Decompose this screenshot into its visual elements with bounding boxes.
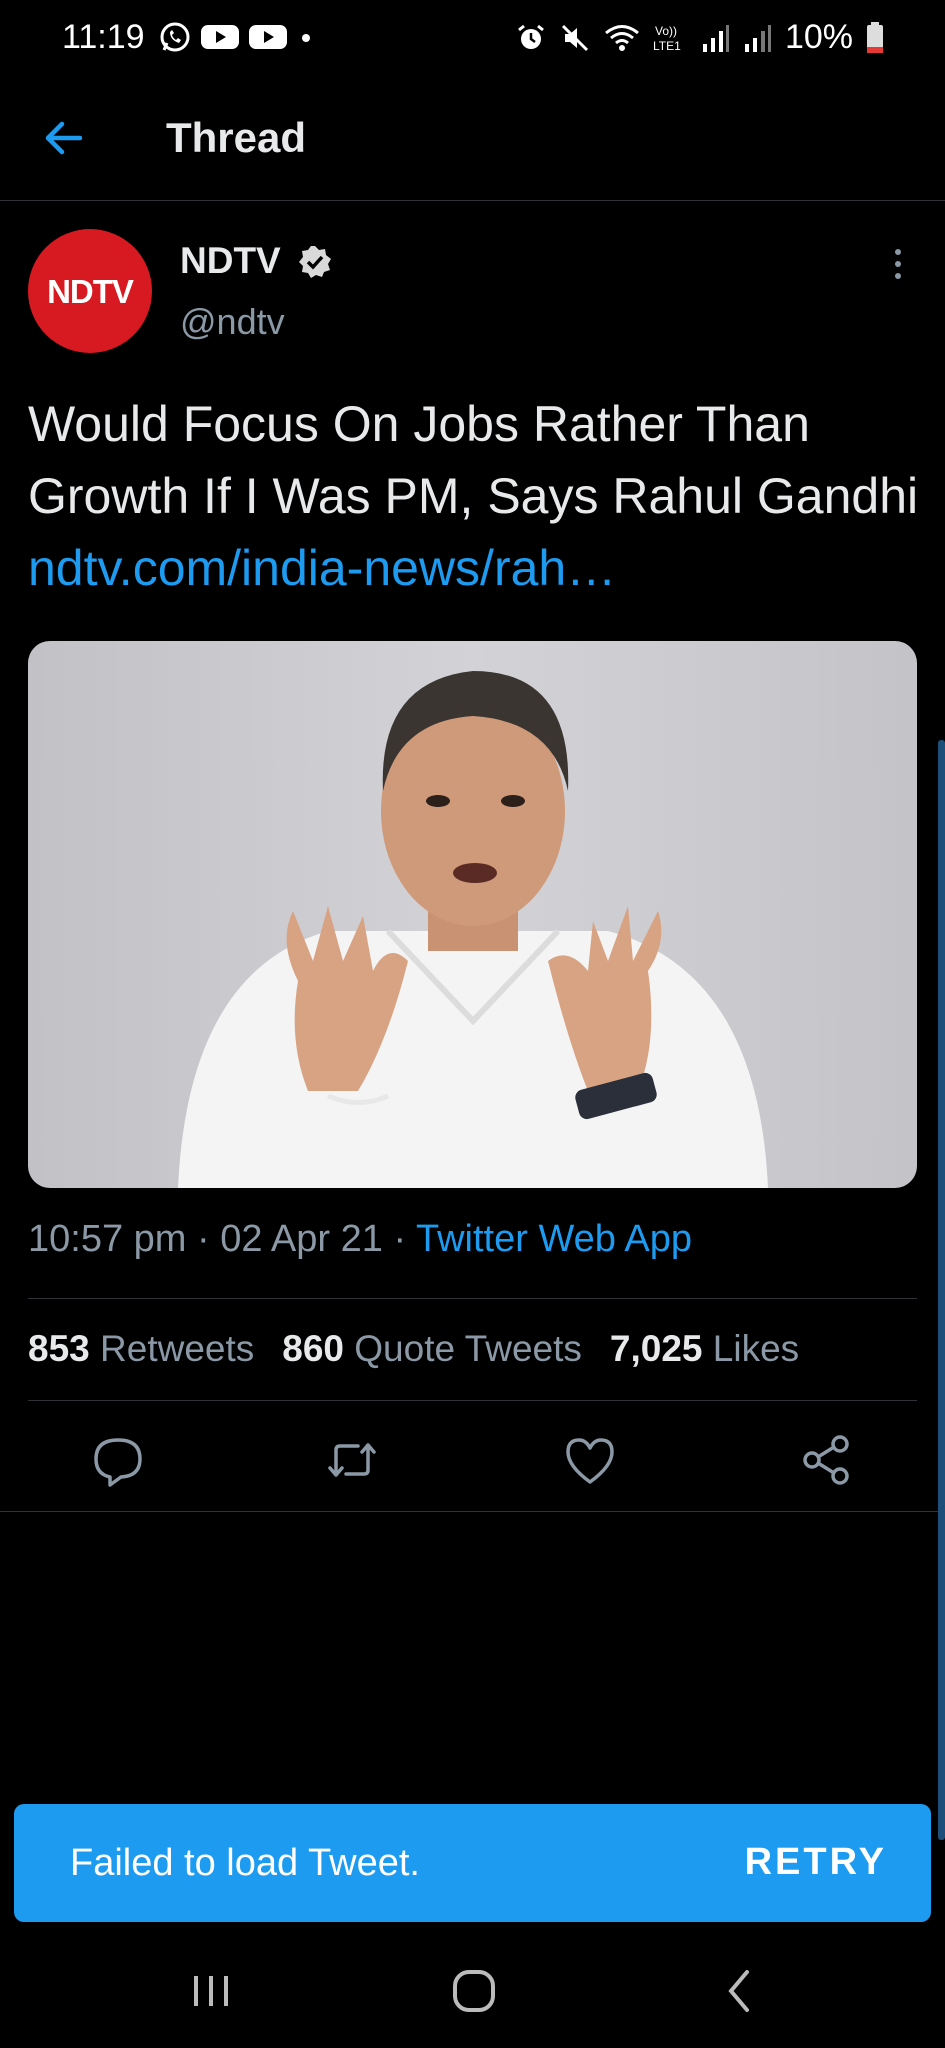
tweet-source-link[interactable]: Twitter Web App — [416, 1218, 692, 1260]
thread-header: Thread — [0, 78, 945, 201]
youtube-icon — [200, 22, 240, 52]
error-snackbar: Failed to load Tweet. RETRY — [14, 1804, 931, 1922]
reply-button[interactable] — [88, 1430, 148, 1490]
tweet-action-bar — [0, 1420, 945, 1510]
signal-icon — [701, 22, 731, 54]
home-button[interactable] — [439, 1956, 509, 2026]
recent-apps-button[interactable] — [176, 1956, 246, 2026]
retweets-stat[interactable]: 853 Retweets — [28, 1328, 254, 1370]
retweet-button[interactable] — [322, 1430, 382, 1490]
like-button[interactable] — [560, 1430, 620, 1490]
battery-icon — [865, 21, 885, 55]
tweet-link[interactable]: ndtv.com/india-news/rah… — [28, 540, 616, 596]
retweets-count: 853 — [28, 1328, 90, 1369]
likes-count: 7,025 — [609, 1328, 703, 1369]
quote-tweets-stat[interactable]: 860 Quote Tweets — [282, 1328, 582, 1370]
back-button[interactable] — [36, 108, 96, 168]
retry-button[interactable]: RETRY — [745, 1841, 887, 1884]
divider — [0, 1511, 945, 1512]
reply-icon — [94, 1438, 142, 1487]
system-back-button[interactable] — [705, 1956, 775, 2026]
lte-icon: Vo)) LTE1 — [653, 22, 689, 54]
recent-apps-icon — [194, 1976, 228, 2006]
wifi-icon — [603, 22, 641, 54]
svg-text:LTE1: LTE1 — [653, 39, 681, 53]
tweet-text: Would Focus On Jobs Rather Than Growth I… — [28, 388, 928, 604]
snackbar-message: Failed to load Tweet. — [70, 1842, 420, 1884]
dot-icon — [296, 22, 316, 52]
avatar-logo: NDTV — [47, 273, 134, 310]
battery-percent: 10% — [784, 18, 853, 56]
person-photo — [178, 671, 768, 1188]
more-vertical-icon — [895, 249, 901, 279]
signal-icon — [743, 22, 773, 54]
likes-stat[interactable]: 7,025 Likes — [610, 1328, 799, 1370]
quotes-label: Quote Tweets — [354, 1328, 582, 1369]
retweets-label: Retweets — [100, 1328, 255, 1369]
tweet-body: Would Focus On Jobs Rather Than Growth I… — [28, 396, 919, 524]
whatsapp-icon — [158, 20, 192, 54]
svg-text:Vo)): Vo)) — [655, 24, 677, 38]
more-options-button[interactable] — [888, 246, 908, 282]
tweet-time: 10:57 pm · 02 Apr 21 · — [28, 1218, 416, 1260]
back-arrow-icon — [45, 121, 83, 155]
system-nav-bar — [0, 1936, 945, 2048]
youtube-icon — [248, 22, 288, 52]
tweet-stats: 853 Retweets 860 Quote Tweets 7,025 Like… — [28, 1328, 799, 1370]
notification-icons — [158, 20, 316, 54]
avatar[interactable]: NDTV — [28, 229, 152, 353]
tweet-timestamp: 10:57 pm · 02 Apr 21 · Twitter Web App — [28, 1218, 692, 1261]
author-name[interactable]: NDTV — [180, 240, 281, 282]
page-title: Thread — [166, 114, 307, 161]
divider — [28, 1298, 917, 1299]
scrollbar[interactable] — [938, 740, 945, 1840]
likes-label: Likes — [712, 1328, 800, 1369]
share-button[interactable] — [796, 1430, 856, 1490]
home-icon — [453, 1970, 495, 2012]
alarm-icon — [515, 22, 547, 54]
system-icons: Vo)) LTE1 10% — [515, 18, 885, 57]
mute-icon — [559, 22, 591, 54]
status-time: 11:19 — [62, 18, 145, 56]
share-icon — [803, 1435, 849, 1485]
quotes-count: 860 — [282, 1328, 344, 1369]
retweet-icon — [328, 1443, 376, 1477]
status-bar: 11:19 Vo)) LTE1 10% — [0, 0, 945, 78]
heart-icon — [566, 1438, 614, 1484]
chevron-left-icon — [728, 1970, 749, 2012]
author-handle[interactable]: @ndtv — [180, 301, 285, 343]
verified-badge-icon — [297, 244, 333, 280]
tweet-image[interactable] — [28, 641, 917, 1188]
divider — [28, 1400, 917, 1401]
